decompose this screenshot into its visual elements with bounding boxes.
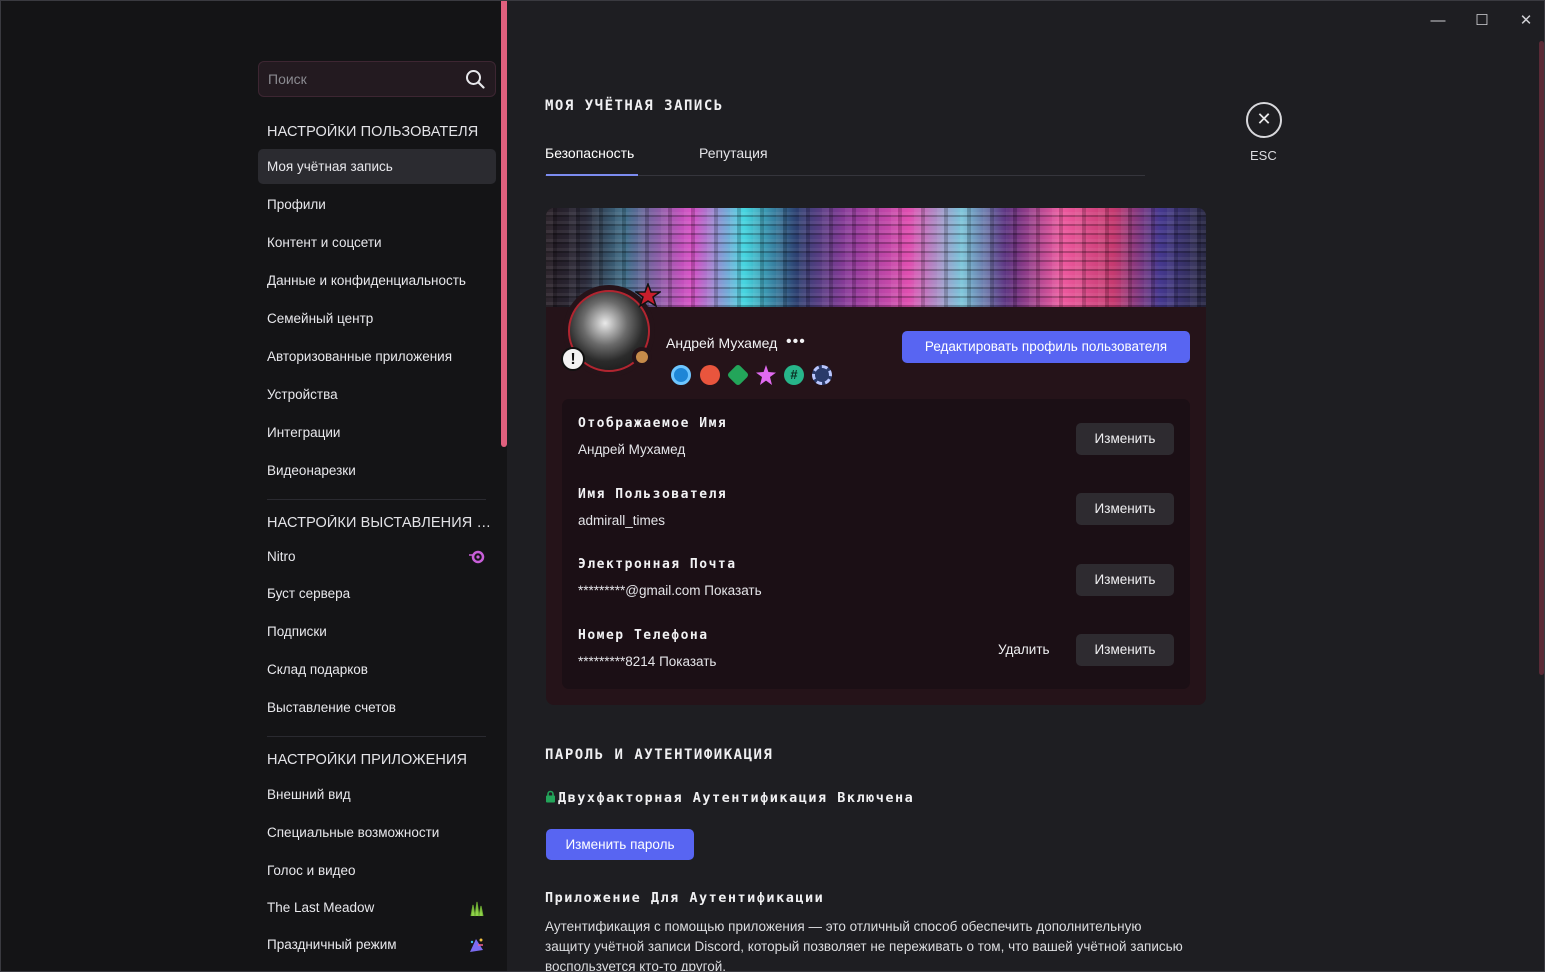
twofa-status-text: Двухфакторная Аутентификация Включена (558, 790, 915, 806)
sidebar-item-server-boost[interactable]: Буст сервера (258, 576, 496, 611)
nitro-badge-icon[interactable] (671, 365, 691, 385)
sidebar-item-clips[interactable]: Видеонарезки (258, 453, 496, 488)
nitro-icon (469, 550, 485, 564)
sidebar-item-billing[interactable]: Выставление счетов (258, 690, 496, 725)
remove-phone-button[interactable]: Удалить (998, 642, 1050, 657)
field-value-email: *********@gmail.com Показать (578, 583, 762, 598)
edit-phone-button[interactable]: Изменить (1076, 634, 1174, 666)
status-idle-indicator (632, 347, 652, 367)
field-label-phone: Номер Телефона (578, 628, 709, 643)
main-scrollbar[interactable] (1539, 41, 1544, 675)
field-label-username: Имя Пользователя (578, 487, 728, 502)
boost-badge-icon[interactable] (700, 365, 720, 385)
change-password-button[interactable]: Изменить пароль (546, 829, 694, 860)
close-settings-button[interactable]: ✕ (1246, 102, 1282, 138)
quest-badge-icon[interactable] (756, 365, 776, 385)
sidebar-item-holiday-mode[interactable]: Праздничный режим (258, 927, 496, 962)
sidebar-item-profiles[interactable]: Профили (258, 187, 496, 222)
authenticator-app-description: Аутентификация с помощью приложения — эт… (545, 919, 1183, 972)
sidebar-divider (267, 499, 486, 500)
page-title: МОЯ УЧЁТНАЯ ЗАПИСЬ (545, 98, 724, 114)
field-value-display-name: Андрей Мухамед (578, 442, 686, 457)
edit-display-name-button[interactable]: Изменить (1076, 423, 1174, 455)
search-input[interactable] (268, 62, 458, 96)
sidebar-item-subscriptions[interactable]: Подписки (258, 614, 496, 649)
edit-email-button[interactable]: Изменить (1076, 564, 1174, 596)
sidebar-item-label: Праздничный режим (267, 937, 397, 952)
sidebar-item-label: The Last Meadow (267, 900, 375, 915)
sidebar-scrollbar[interactable] (501, 1, 507, 447)
maximize-button[interactable]: ☐ (1467, 9, 1497, 33)
authenticator-app-heading: Приложение Для Аутентификации (545, 890, 825, 906)
sidebar-item-label: Nitro (267, 549, 296, 564)
sidebar-item-voice-video[interactable]: Голос и видео (258, 853, 496, 888)
party-icon (470, 938, 483, 952)
sidebar-item-devices[interactable]: Устройства (258, 377, 496, 412)
more-options-icon[interactable]: ••• (786, 333, 806, 351)
sidebar-item-authorized-apps[interactable]: Авторизованные приложения (258, 339, 496, 374)
sidebar-item-nitro[interactable]: Nitro (258, 539, 496, 574)
sidebar-item-last-meadow[interactable]: The Last Meadow (258, 890, 496, 925)
settings-window: — ☐ ✕ НАСТРОЙКИ ПОЛЬЗОВАТЕЛЯ Моя учётная… (0, 0, 1545, 972)
edit-username-button[interactable]: Изменить (1076, 493, 1174, 525)
sidebar-item-gift-inventory[interactable]: Склад подарков (258, 652, 496, 687)
section-header-app-settings: НАСТРОЙКИ ПРИЛОЖЕНИЯ (267, 752, 468, 768)
window-close-button[interactable]: ✕ (1511, 9, 1541, 33)
avatar-sticker-icon: ! (561, 347, 585, 371)
sidebar-item-content-social[interactable]: Контент и соцсети (258, 225, 496, 260)
grass-icon (470, 901, 484, 917)
section-header-billing-settings: НАСТРОЙКИ ВЫСТАВЛЕНИЯ СЧЕТОВ (267, 515, 492, 531)
sidebar-divider (267, 736, 486, 737)
sidebar-item-data-privacy[interactable]: Данные и конфиденциальность (258, 263, 496, 298)
sidebar-item-accessibility[interactable]: Специальные возможности (258, 815, 496, 850)
tab-security[interactable]: Безопасность (545, 145, 634, 161)
hashtag-badge-icon[interactable]: # (784, 365, 804, 385)
active-tab-indicator (546, 174, 638, 176)
field-label-email: Электронная Почта (578, 557, 737, 572)
sidebar-item-family-center[interactable]: Семейный центр (258, 301, 496, 336)
avatar-wrap[interactable]: ! (561, 283, 661, 377)
account-fields: Отображаемое Имя Андрей Мухамед Изменить… (562, 399, 1190, 689)
search-icon[interactable] (465, 69, 485, 89)
sidebar-item-integrations[interactable]: Интеграции (258, 415, 496, 450)
hypesquad-badge-icon[interactable] (726, 363, 750, 387)
edit-profile-button[interactable]: Редактировать профиль пользователя (902, 331, 1190, 363)
tab-reputation[interactable]: Репутация (699, 145, 768, 161)
lock-icon (546, 790, 555, 803)
tab-bar: Безопасность Репутация (545, 141, 1145, 176)
field-value-username: admirall_times (578, 513, 666, 528)
gear-badge-icon[interactable] (812, 365, 832, 385)
section-header-user-settings: НАСТРОЙКИ ПОЛЬЗОВАТЕЛЯ (267, 124, 479, 140)
close-icon: ✕ (1256, 109, 1272, 129)
avatar-decoration-star-icon (635, 283, 661, 308)
sidebar-item-appearance[interactable]: Внешний вид (258, 777, 496, 812)
sidebar-item-my-account[interactable]: Моя учётная запись (258, 149, 496, 184)
twofa-status: Двухфакторная Аутентификация Включена (545, 790, 914, 806)
settings-sidebar: НАСТРОЙКИ ПОЛЬЗОВАТЕЛЯ Моя учётная запис… (1, 1, 507, 971)
field-value-phone: *********8214 Показать (578, 654, 717, 669)
search-box[interactable] (258, 61, 496, 97)
minimize-button[interactable]: — (1423, 9, 1453, 33)
field-label-display-name: Отображаемое Имя (578, 416, 728, 431)
password-auth-heading: ПАРОЛЬ И АУТЕНТИФИКАЦИЯ (545, 747, 774, 763)
profile-card: ! Андрей Мухамед ••• # Редактировать про… (546, 208, 1206, 705)
profile-display-name: Андрей Мухамед (666, 335, 778, 351)
esc-label: ESC (1250, 148, 1277, 163)
